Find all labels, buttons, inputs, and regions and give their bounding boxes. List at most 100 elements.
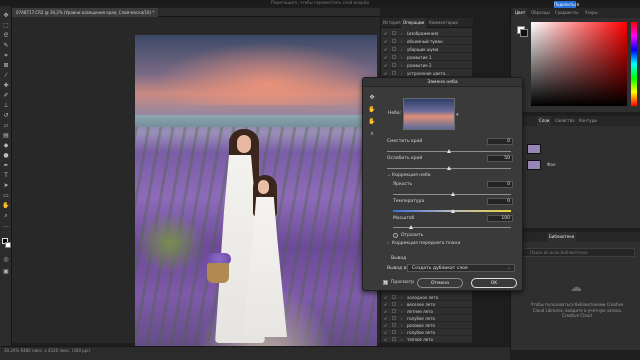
dialog-toggle-icon[interactable] bbox=[392, 47, 396, 51]
shift-edge-input[interactable]: 0 bbox=[487, 138, 513, 145]
tab-swatches[interactable]: Образцы bbox=[529, 8, 552, 18]
action-row[interactable]: ✓ › уборщик шума bbox=[381, 46, 473, 53]
marquee-tool-icon[interactable]: ⬚ bbox=[2, 22, 10, 29]
sky-brush-tool-icon[interactable]: ✋ bbox=[368, 106, 376, 114]
dialog-toggle-icon[interactable] bbox=[392, 337, 396, 341]
quick-mask-icon[interactable]: ◎ bbox=[2, 256, 10, 263]
tab-color[interactable]: Цвет bbox=[513, 8, 528, 18]
dialog-toggle-icon[interactable] bbox=[392, 309, 396, 313]
sky-move-tool-icon[interactable]: ✥ bbox=[368, 94, 376, 102]
tab-history[interactable]: История bbox=[381, 18, 403, 28]
temperature-input[interactable]: 0 bbox=[487, 198, 513, 205]
scale-input[interactable]: 100 bbox=[487, 215, 513, 222]
action-row[interactable]: ✓ › объемный туман bbox=[381, 38, 473, 45]
check-icon[interactable]: ✓ bbox=[384, 30, 388, 37]
check-icon[interactable]: ✓ bbox=[384, 315, 388, 322]
dodge-tool-icon[interactable]: ● bbox=[2, 152, 10, 159]
crop-tool-icon[interactable]: ⌗ bbox=[2, 52, 10, 59]
check-icon[interactable]: ✓ bbox=[384, 329, 388, 336]
blur-tool-icon[interactable]: ◆ bbox=[2, 142, 10, 149]
expand-arrow-icon[interactable]: › bbox=[401, 329, 403, 336]
check-icon[interactable]: ✓ bbox=[384, 294, 388, 301]
pen-tool-icon[interactable]: ✒ bbox=[2, 162, 10, 169]
expand-arrow-icon[interactable]: › bbox=[401, 70, 403, 77]
check-icon[interactable]: ✓ bbox=[384, 301, 388, 308]
background-mini-swatch[interactable] bbox=[520, 29, 528, 37]
type-tool-icon[interactable]: T bbox=[2, 172, 10, 179]
shape-tool-icon[interactable]: ▭ bbox=[2, 192, 10, 199]
expand-arrow-icon[interactable]: › bbox=[401, 336, 403, 343]
tab-properties[interactable]: Свойства bbox=[553, 116, 577, 126]
cancel-button[interactable]: Отмена bbox=[417, 278, 463, 288]
expand-arrow-icon[interactable]: › bbox=[401, 301, 403, 308]
gradient-tool-icon[interactable]: ▤ bbox=[2, 132, 10, 139]
action-row[interactable]: ✓ › летнее лето bbox=[381, 308, 473, 315]
document-tab[interactable]: 07A8717.CR2 @ 30,2% (Уровни освещения кр… bbox=[12, 8, 159, 17]
slider-knob[interactable] bbox=[451, 209, 455, 213]
check-icon[interactable]: ✓ bbox=[384, 46, 388, 53]
output-to-select[interactable]: Создать дубликат слоя ⌄ bbox=[407, 264, 515, 272]
path-select-tool-icon[interactable]: ➤ bbox=[2, 182, 10, 189]
tab-gradients[interactable]: Градиенты bbox=[553, 8, 580, 18]
dialog-toggle-icon[interactable] bbox=[392, 302, 396, 306]
history-brush-tool-icon[interactable]: ↺ bbox=[2, 112, 10, 119]
action-row[interactable]: ✓ › голубое лето bbox=[381, 315, 473, 322]
canvas-area[interactable] bbox=[12, 17, 380, 360]
expand-arrow-icon[interactable]: › bbox=[401, 46, 403, 53]
expand-arrow-icon[interactable]: › bbox=[401, 54, 403, 61]
check-icon[interactable]: ✓ bbox=[384, 322, 388, 329]
dialog-toggle-icon[interactable] bbox=[392, 31, 396, 35]
foreground-section[interactable]: › Коррекция переднего плана bbox=[387, 241, 460, 246]
action-row[interactable]: ✓ › (изображения) bbox=[381, 30, 473, 37]
check-icon[interactable]: ✓ bbox=[384, 308, 388, 315]
action-row[interactable]: ✓ › размытие 1 bbox=[381, 54, 473, 61]
brightness-input[interactable]: 0 bbox=[487, 181, 513, 188]
dialog-zoom-tool-icon[interactable]: ⌕ bbox=[368, 130, 376, 138]
zoom-tool-icon[interactable]: ⌕ bbox=[2, 212, 10, 219]
flip-radio[interactable] bbox=[393, 233, 398, 238]
tab-paths[interactable]: Контуры bbox=[577, 116, 599, 126]
action-row[interactable]: ✓ › веселое лето bbox=[381, 301, 473, 308]
ok-button[interactable]: OK bbox=[471, 278, 517, 288]
hand-tool-icon[interactable]: ✋ bbox=[2, 202, 10, 209]
dialog-toggle-icon[interactable] bbox=[392, 323, 396, 327]
action-row[interactable]: ✓ › голубое лето bbox=[381, 329, 473, 336]
dialog-toggle-icon[interactable] bbox=[392, 63, 396, 67]
color-picker-field[interactable] bbox=[531, 22, 627, 106]
check-icon[interactable]: ✓ bbox=[384, 54, 388, 61]
dialog-toggle-icon[interactable] bbox=[392, 39, 396, 43]
fade-edge-input[interactable]: 50 bbox=[487, 155, 513, 162]
preview-checkbox[interactable]: ✓ bbox=[383, 280, 388, 285]
action-row[interactable]: ✓ › теплое лето bbox=[381, 336, 473, 343]
dialog-hand-tool-icon[interactable]: ✋ bbox=[368, 118, 376, 126]
tab-actions[interactable]: Операции bbox=[401, 18, 427, 28]
check-icon[interactable]: ✓ bbox=[384, 38, 388, 45]
eyedropper-tool-icon[interactable]: ⁄ bbox=[2, 72, 10, 79]
expand-arrow-icon[interactable]: › bbox=[401, 294, 403, 301]
dialog-toggle-icon[interactable] bbox=[392, 330, 396, 334]
sky-adjust-section[interactable]: ⌄Коррекция неба bbox=[387, 173, 431, 178]
dialog-toggle-icon[interactable] bbox=[392, 55, 396, 59]
shift-edge-slider[interactable] bbox=[387, 149, 511, 153]
hue-slider[interactable] bbox=[631, 22, 637, 106]
healing-tool-icon[interactable]: ✚ bbox=[2, 82, 10, 89]
expand-arrow-icon[interactable]: › bbox=[401, 315, 403, 322]
stamp-tool-icon[interactable]: ⊥ bbox=[2, 102, 10, 109]
layer-row-background[interactable]: ◉ Фон bbox=[511, 158, 640, 172]
action-row[interactable]: ✓ › холодное лето bbox=[381, 294, 473, 301]
screen-mode-icon[interactable]: ▣ bbox=[2, 268, 10, 275]
dialog-toggle-icon[interactable] bbox=[392, 71, 396, 75]
sky-dropdown-icon[interactable]: ▾ bbox=[456, 112, 459, 118]
slider-knob[interactable] bbox=[451, 192, 455, 196]
tab-patterns[interactable]: Узоры bbox=[583, 8, 600, 18]
brush-tool-icon[interactable]: ✐ bbox=[2, 92, 10, 99]
check-icon[interactable]: ✓ bbox=[384, 62, 388, 69]
action-row[interactable]: ✓ › устранение цвета... bbox=[381, 70, 473, 77]
canvas-photo[interactable] bbox=[135, 35, 377, 360]
slider-knob[interactable] bbox=[447, 149, 451, 153]
expand-arrow-icon[interactable]: › bbox=[401, 30, 403, 37]
action-row[interactable]: ✓ › размытие 2 bbox=[381, 62, 473, 69]
action-row[interactable]: ✓ › розовое лето bbox=[381, 322, 473, 329]
frame-tool-icon[interactable]: ⊠ bbox=[2, 62, 10, 69]
slider-knob[interactable] bbox=[447, 166, 451, 170]
